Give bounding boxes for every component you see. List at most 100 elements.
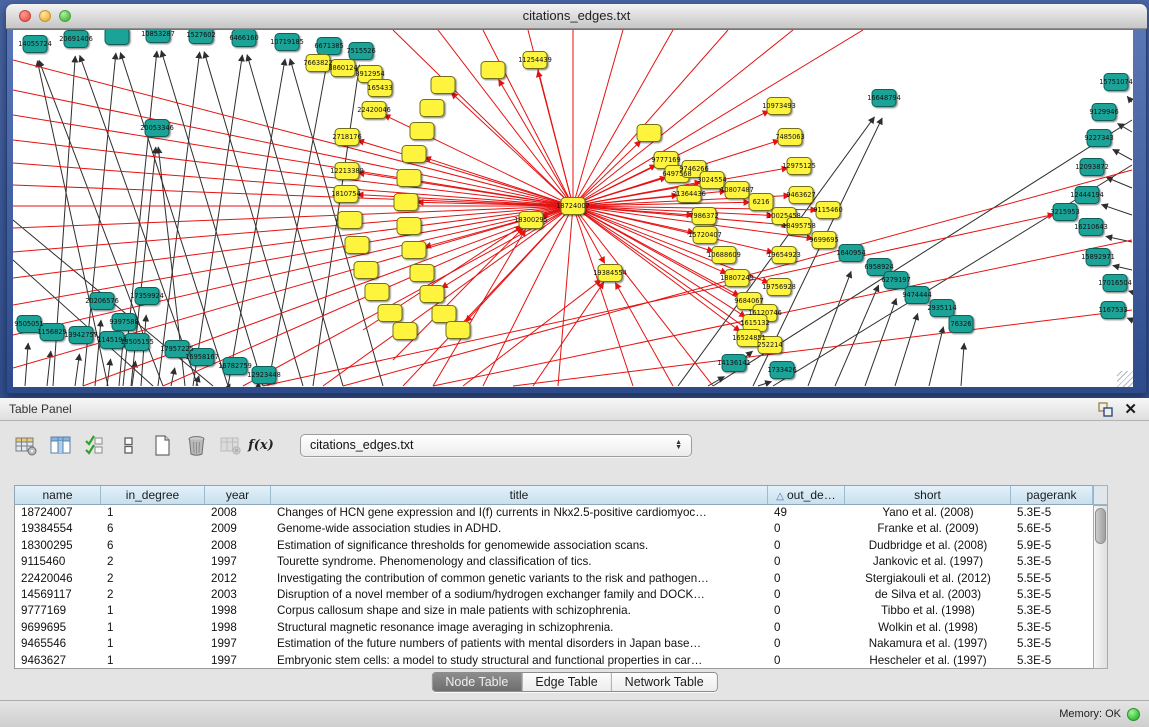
resize-grip-icon[interactable] — [1117, 371, 1133, 387]
table-row[interactable]: 1872400712008Changes of HCN gene express… — [15, 505, 1107, 521]
table-row[interactable]: 969969511998Structural magnetic resonanc… — [15, 620, 1107, 636]
cell-pagerank[interactable]: 5.5E-5 — [1011, 571, 1093, 587]
cell-title[interactable]: Changes of HCN gene expression and I(f) … — [271, 505, 768, 521]
cell-short[interactable]: Hescheler et al. (1997) — [845, 653, 1011, 669]
network-node[interactable] — [402, 242, 426, 259]
table-mode-button[interactable] — [14, 433, 38, 457]
function-builder-button[interactable]: f(x) — [252, 433, 276, 457]
cell-pagerank[interactable]: 5.3E-5 — [1011, 636, 1093, 652]
close-window-icon[interactable] — [19, 10, 31, 22]
network-node[interactable] — [446, 322, 470, 339]
cell-title[interactable]: Embryonic stem cells: a model to study s… — [271, 653, 768, 669]
cell-name[interactable]: 9465546 — [15, 636, 101, 652]
cell-pagerank[interactable]: 5.9E-5 — [1011, 538, 1093, 554]
cell-year[interactable]: 1997 — [205, 636, 271, 652]
network-node[interactable] — [410, 265, 434, 282]
cell-in_degree[interactable]: 6 — [101, 538, 205, 554]
cell-year[interactable]: 2008 — [205, 505, 271, 521]
cell-short[interactable]: Stergiakouli et al. (2012) — [845, 571, 1011, 587]
cell-title[interactable]: Estimation of the future numbers of pati… — [271, 636, 768, 652]
table-row[interactable]: 1456911722003Disruption of a novel membe… — [15, 587, 1107, 603]
table-row[interactable]: 1938455462009Genome-wide association stu… — [15, 521, 1107, 537]
cell-out_degree[interactable]: 0 — [768, 521, 845, 537]
tab-node-table[interactable]: Node Table — [432, 673, 521, 691]
cell-short[interactable]: Tibbo et al. (1998) — [845, 603, 1011, 619]
table-row[interactable]: 911546021997Tourette syndrome. Phenomeno… — [15, 554, 1107, 570]
network-node[interactable] — [420, 100, 444, 117]
network-node[interactable] — [402, 146, 426, 163]
minimize-window-icon[interactable] — [39, 10, 51, 22]
cell-pagerank[interactable]: 5.6E-5 — [1011, 521, 1093, 537]
cell-in_degree[interactable]: 6 — [101, 521, 205, 537]
table-row[interactable]: 2242004622012Investigating the contribut… — [15, 571, 1107, 587]
cell-short[interactable]: Franke et al. (2009) — [845, 521, 1011, 537]
cell-year[interactable]: 1998 — [205, 603, 271, 619]
table-selector[interactable]: citations_edges.txt ▲▼ — [300, 434, 692, 457]
cell-title[interactable]: Investigating the contribution of common… — [271, 571, 768, 587]
table-row[interactable]: 946554611997Estimation of the future num… — [15, 636, 1107, 652]
cell-short[interactable]: Nakamura et al. (1997) — [845, 636, 1011, 652]
cell-in_degree[interactable]: 2 — [101, 554, 205, 570]
cell-pagerank[interactable]: 5.3E-5 — [1011, 620, 1093, 636]
column-header-short[interactable]: short — [845, 486, 1011, 504]
cell-year[interactable]: 2003 — [205, 587, 271, 603]
cell-name[interactable]: 9699695 — [15, 620, 101, 636]
table-row[interactable]: 1830029562008Estimation of significance … — [15, 538, 1107, 554]
network-canvas[interactable]: 1405572420691406108532871527602646616010… — [13, 30, 1133, 387]
cell-name[interactable]: 22420046 — [15, 571, 101, 587]
network-node[interactable] — [432, 306, 456, 323]
cell-name[interactable]: 9463627 — [15, 653, 101, 669]
column-header-in_degree[interactable]: in_degree — [101, 486, 205, 504]
network-node[interactable] — [345, 237, 369, 254]
scrollbar-thumb[interactable] — [1095, 508, 1106, 544]
cell-year[interactable]: 1997 — [205, 653, 271, 669]
cell-title[interactable]: Genome-wide association studies in ADHD. — [271, 521, 768, 537]
network-node[interactable] — [481, 62, 505, 79]
table-row[interactable]: 977716911998Corpus callosum shape and si… — [15, 603, 1107, 619]
cell-year[interactable]: 2008 — [205, 538, 271, 554]
cell-short[interactable]: Wolkin et al. (1998) — [845, 620, 1011, 636]
cell-name[interactable]: 19384554 — [15, 521, 101, 537]
column-header-pagerank[interactable]: pagerank — [1011, 486, 1093, 504]
network-node[interactable] — [397, 170, 421, 187]
memory-ok-icon[interactable] — [1127, 708, 1140, 721]
zoom-window-icon[interactable] — [59, 10, 71, 22]
cell-pagerank[interactable]: 5.3E-5 — [1011, 603, 1093, 619]
cell-name[interactable]: 9777169 — [15, 603, 101, 619]
network-window[interactable]: citations_edges.txt 14055724206914061085… — [6, 4, 1147, 394]
cell-out_degree[interactable]: 0 — [768, 538, 845, 554]
cell-title[interactable]: Corpus callosum shape and size in male p… — [271, 603, 768, 619]
network-window-titlebar[interactable]: citations_edges.txt — [6, 4, 1147, 29]
cell-in_degree[interactable]: 1 — [101, 653, 205, 669]
row-height-button[interactable] — [116, 433, 140, 457]
tab-network-table[interactable]: Network Table — [611, 673, 717, 691]
new-table-button[interactable] — [150, 433, 174, 457]
cell-title[interactable]: Disruption of a novel member of a sodium… — [271, 587, 768, 603]
show-columns-button[interactable] — [48, 433, 72, 457]
cell-out_degree[interactable]: 49 — [768, 505, 845, 521]
cell-name[interactable]: 14569117 — [15, 587, 101, 603]
cell-pagerank[interactable]: 5.3E-5 — [1011, 505, 1093, 521]
cell-in_degree[interactable]: 1 — [101, 636, 205, 652]
cell-in_degree[interactable]: 1 — [101, 505, 205, 521]
table-scrollbar[interactable] — [1093, 505, 1108, 669]
cell-title[interactable]: Structural magnetic resonance image aver… — [271, 620, 768, 636]
select-rows-button[interactable] — [82, 433, 106, 457]
cell-out_degree[interactable]: 0 — [768, 554, 845, 570]
cell-in_degree[interactable]: 1 — [101, 603, 205, 619]
cell-year[interactable]: 1998 — [205, 620, 271, 636]
cell-in_degree[interactable]: 2 — [101, 587, 205, 603]
float-panel-icon[interactable] — [1098, 402, 1113, 417]
delete-table-button[interactable] — [184, 433, 208, 457]
network-node[interactable] — [338, 212, 362, 229]
cell-year[interactable]: 2009 — [205, 521, 271, 537]
cell-year[interactable]: 2012 — [205, 571, 271, 587]
cell-title[interactable]: Tourette syndrome. Phenomenology and cla… — [271, 554, 768, 570]
cell-name[interactable]: 18724007 — [15, 505, 101, 521]
column-header-name[interactable]: name — [15, 486, 101, 504]
tab-edge-table[interactable]: Edge Table — [521, 673, 610, 691]
network-node[interactable] — [378, 305, 402, 322]
network-graph[interactable]: 1405572420691406108532871527602646616010… — [13, 30, 1133, 387]
cell-short[interactable]: Jankovic et al. (1997) — [845, 554, 1011, 570]
cell-out_degree[interactable]: 0 — [768, 571, 845, 587]
